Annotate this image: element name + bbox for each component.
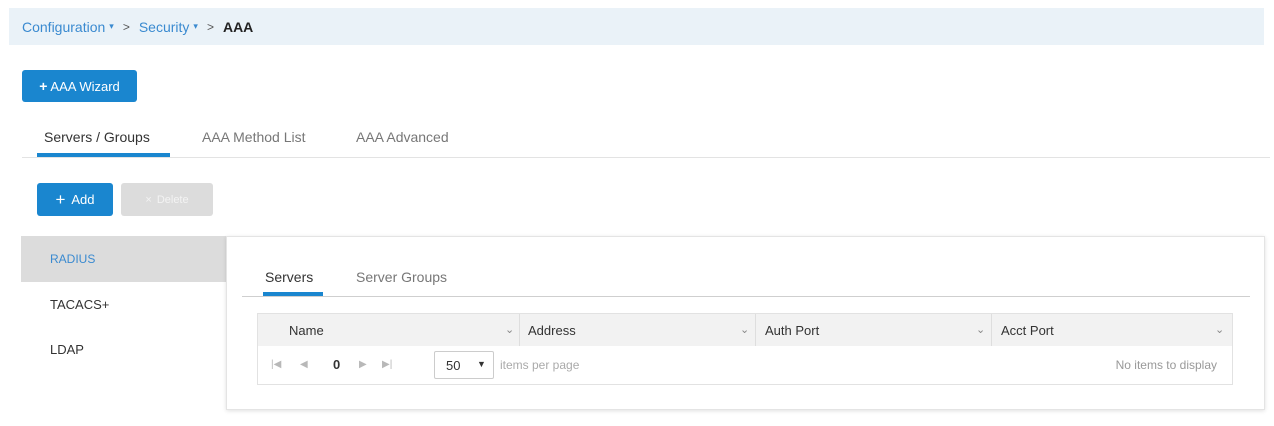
sidebar-item-label: LDAP <box>50 341 84 357</box>
sort-chevron-icon[interactable]: ⌄ <box>740 323 749 336</box>
delete-button[interactable]: × Delete <box>121 183 213 216</box>
aaa-wizard-button[interactable]: + AAA Wizard <box>22 70 137 102</box>
sidebar-item-radius[interactable]: RADIUS <box>21 236 228 282</box>
last-page-icon[interactable]: ▶| <box>382 359 392 370</box>
plus-icon: + <box>55 189 66 209</box>
sidebar-item-label: TACACS+ <box>50 296 110 312</box>
active-tab-indicator <box>37 153 170 157</box>
column-header-acct-port[interactable]: Acct Port <box>1001 314 1054 346</box>
sidebar-item-ldap[interactable]: LDAP <box>21 326 228 372</box>
tab-server-groups[interactable]: Server Groups <box>356 269 447 285</box>
column-divider[interactable] <box>755 314 756 346</box>
prev-page-icon[interactable]: ◀ <box>300 359 308 370</box>
pager: |◀ ◀ 0 ▶ ▶| 50 ▼ items per page No items… <box>258 347 1232 385</box>
aaa-wizard-label: AAA Wizard <box>50 78 120 94</box>
sidebar-item-tacacs[interactable]: TACACS+ <box>21 281 228 327</box>
column-divider[interactable] <box>991 314 992 346</box>
column-header-name[interactable]: Name <box>289 314 324 346</box>
tab-servers-groups[interactable]: Servers / Groups <box>44 129 150 145</box>
first-page-icon[interactable]: |◀ <box>271 359 281 370</box>
page-size-select[interactable]: 50 ▼ <box>434 351 494 379</box>
close-icon: × <box>145 193 152 206</box>
chevron-right-icon: > <box>122 19 130 34</box>
empty-state-text: No items to display <box>1115 358 1217 372</box>
column-header-auth-port[interactable]: Auth Port <box>765 314 819 346</box>
add-label: Add <box>71 192 95 207</box>
tab-servers[interactable]: Servers <box>265 269 313 285</box>
page-number[interactable]: 0 <box>333 357 340 372</box>
tab-aaa-advanced[interactable]: AAA Advanced <box>356 129 449 145</box>
chevron-right-icon: > <box>206 19 214 34</box>
add-button[interactable]: + Add <box>37 183 113 216</box>
sub-tabs: Servers Server Groups <box>242 262 1250 297</box>
next-page-icon[interactable]: ▶ <box>359 359 367 370</box>
plus-icon: + <box>39 78 48 94</box>
tab-aaa-method-list[interactable]: AAA Method List <box>202 129 306 145</box>
sidebar-item-label: RADIUS <box>50 252 96 266</box>
table-header: Name ⌄ Address ⌄ Auth Port ⌄ Acct Port ⌄ <box>258 314 1232 346</box>
items-per-page-label: items per page <box>500 358 580 372</box>
active-tab-indicator <box>263 292 323 296</box>
delete-label: Delete <box>156 193 189 206</box>
breadcrumb-security[interactable]: Security <box>139 19 190 35</box>
caret-down-icon: ▼ <box>477 359 486 369</box>
column-divider[interactable] <box>519 314 520 346</box>
sort-chevron-icon[interactable]: ⌄ <box>1215 323 1224 336</box>
sort-chevron-icon[interactable]: ⌄ <box>505 323 514 336</box>
breadcrumb-configuration[interactable]: Configuration <box>22 19 105 35</box>
caret-down-icon[interactable]: ▾ <box>109 21 114 32</box>
sort-chevron-icon[interactable]: ⌄ <box>976 323 985 336</box>
caret-down-icon[interactable]: ▾ <box>193 21 198 32</box>
breadcrumb: Configuration ▾ > Security ▾ > AAA <box>9 8 1264 45</box>
main-tabs: Servers / Groups AAA Method List AAA Adv… <box>22 120 1270 158</box>
breadcrumb-current: AAA <box>222 18 254 35</box>
column-header-address[interactable]: Address <box>528 314 576 346</box>
page-size-value: 50 <box>446 357 461 373</box>
servers-table: Name ⌄ Address ⌄ Auth Port ⌄ Acct Port ⌄… <box>257 313 1233 385</box>
